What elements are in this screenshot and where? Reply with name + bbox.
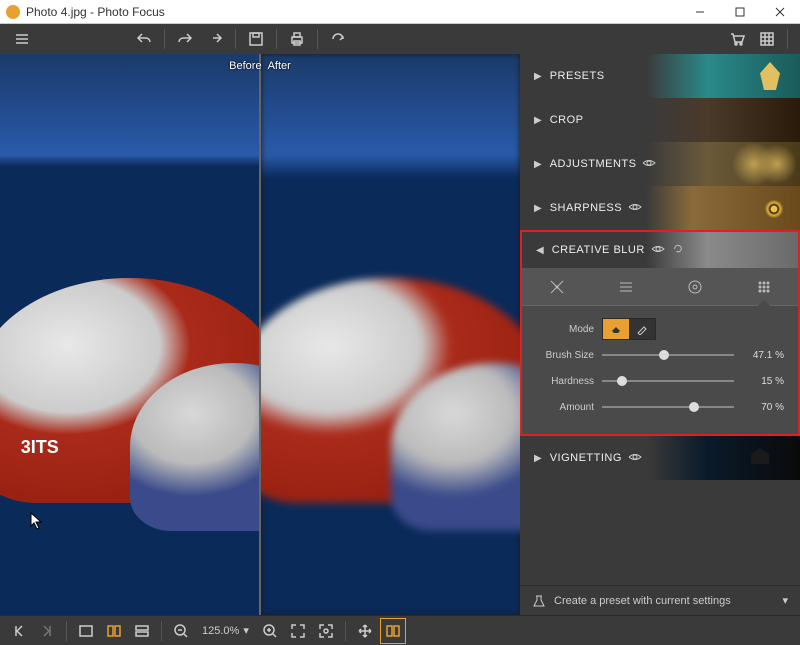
canvas[interactable]: 3ITS Before After xyxy=(0,54,520,615)
cursor-icon xyxy=(30,512,44,530)
panel-presets[interactable]: ▶ PRESETS xyxy=(520,54,800,98)
amount-slider[interactable] xyxy=(602,400,734,414)
maximize-button[interactable] xyxy=(720,0,760,24)
zoom-value: 125.0% xyxy=(202,625,239,637)
eye-icon[interactable] xyxy=(628,202,642,215)
save-button[interactable] xyxy=(242,25,270,53)
create-preset-label: Create a preset with current settings xyxy=(554,595,731,607)
pan-button[interactable] xyxy=(352,618,378,644)
minimize-button[interactable] xyxy=(680,0,720,24)
mode-erase-button[interactable] xyxy=(603,319,629,339)
panel-crop[interactable]: ▶ CROP xyxy=(520,98,800,142)
panel-creative-blur-head[interactable]: ◀ CREATIVE BLUR xyxy=(522,232,798,268)
undo-button[interactable] xyxy=(130,25,158,53)
chevron-down-icon: ◀ xyxy=(536,245,544,256)
eye-icon[interactable] xyxy=(628,452,642,465)
window-title: Photo 4.jpg - Photo Focus xyxy=(26,5,680,19)
sidebar: ▶ PRESETS ▶ CROP ▶ ADJUSTMENTS ▶ SHARPNE… xyxy=(520,54,800,615)
panel-creative-blur: ◀ CREATIVE BLUR Mode xyxy=(520,230,800,436)
hardness-slider[interactable] xyxy=(602,374,734,388)
fit-button[interactable] xyxy=(285,618,311,644)
mode-paint-button[interactable] xyxy=(629,319,655,339)
eye-icon[interactable] xyxy=(642,158,656,171)
blur-tab-linear[interactable] xyxy=(591,268,660,305)
close-button[interactable] xyxy=(760,0,800,24)
after-label: After xyxy=(268,60,291,72)
cart-button[interactable] xyxy=(723,25,751,53)
next-button[interactable] xyxy=(34,618,60,644)
panel-label: CROP xyxy=(550,114,584,126)
flask-icon xyxy=(532,594,546,608)
panel-label: PRESETS xyxy=(550,70,605,82)
before-label: Before xyxy=(229,60,261,72)
panel-label: ADJUSTMENTS xyxy=(550,158,637,170)
hardness-value: 15 % xyxy=(742,376,784,387)
blur-controls: Mode Brush Size 47.1 % Hardness 15 % xyxy=(522,306,798,434)
chevron-right-icon: ▶ xyxy=(534,71,542,82)
blur-tabs xyxy=(522,268,798,306)
menu-button[interactable] xyxy=(8,25,36,53)
actual-size-button[interactable] xyxy=(313,618,339,644)
mode-label: Mode xyxy=(536,324,594,335)
titlebar: Photo 4.jpg - Photo Focus xyxy=(0,0,800,24)
brush-size-label: Brush Size xyxy=(536,350,594,361)
split-vert-button[interactable] xyxy=(101,618,127,644)
blur-tab-brush[interactable] xyxy=(729,268,798,305)
chevron-down-icon: ▾ xyxy=(243,624,249,637)
after-view xyxy=(261,54,520,615)
top-toolbar xyxy=(0,24,800,54)
chevron-right-icon: ▶ xyxy=(534,115,542,126)
redo-alt-button[interactable] xyxy=(201,25,229,53)
panel-label: VIGNETTING xyxy=(550,452,622,464)
blur-tab-radial[interactable] xyxy=(660,268,729,305)
split-horiz-button[interactable] xyxy=(129,618,155,644)
chevron-down-icon[interactable]: ▾ xyxy=(782,594,788,607)
amount-label: Amount xyxy=(536,402,594,413)
panel-sharpness[interactable]: ▶ SHARPNESS xyxy=(520,186,800,230)
panel-label: SHARPNESS xyxy=(550,202,622,214)
panel-adjustments[interactable]: ▶ ADJUSTMENTS xyxy=(520,142,800,186)
chevron-right-icon: ▶ xyxy=(534,159,542,170)
chevron-right-icon: ▶ xyxy=(534,453,542,464)
share-button[interactable] xyxy=(324,25,352,53)
sidebar-footer[interactable]: Create a preset with current settings ▾ xyxy=(520,585,800,615)
compare-button[interactable] xyxy=(380,618,406,644)
redo-button[interactable] xyxy=(171,25,199,53)
prev-button[interactable] xyxy=(6,618,32,644)
panel-label: CREATIVE BLUR xyxy=(552,244,645,256)
zoom-out-button[interactable] xyxy=(168,618,194,644)
single-view-button[interactable] xyxy=(73,618,99,644)
brush-size-slider[interactable] xyxy=(602,348,734,362)
chevron-right-icon: ▶ xyxy=(534,203,542,214)
reset-icon[interactable] xyxy=(671,244,685,257)
before-view: 3ITS xyxy=(0,54,259,615)
bottom-toolbar: 125.0% ▾ xyxy=(0,615,800,645)
grid-button[interactable] xyxy=(753,25,781,53)
zoom-in-button[interactable] xyxy=(257,618,283,644)
blur-tab-none[interactable] xyxy=(522,268,591,305)
print-button[interactable] xyxy=(283,25,311,53)
brush-size-value: 47.1 % xyxy=(742,350,784,361)
panel-vignetting[interactable]: ▶ VIGNETTING xyxy=(520,436,800,480)
amount-value: 70 % xyxy=(742,402,784,413)
hardness-label: Hardness xyxy=(536,376,594,387)
zoom-combo[interactable]: 125.0% ▾ xyxy=(196,624,255,637)
app-icon xyxy=(6,5,20,19)
eye-icon[interactable] xyxy=(651,244,665,257)
hull-text: 3ITS xyxy=(21,437,59,458)
